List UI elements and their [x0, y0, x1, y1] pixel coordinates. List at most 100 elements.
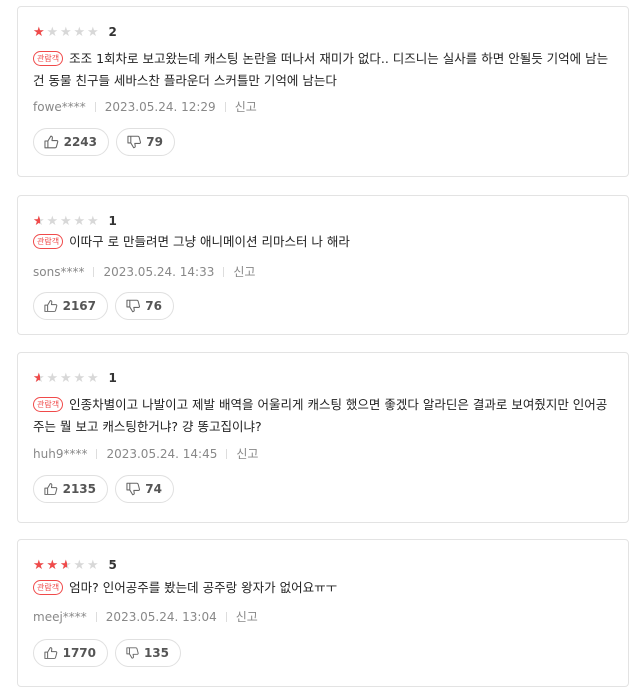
star-icon: ★ [73, 557, 86, 573]
review-card: ★ ★ ★ ★ ★ ★ 1 관람객 인종차별이고 나발이고 제발 배역을 어울리게 캐스팅 … [17, 352, 629, 523]
star-icon: ★ [46, 370, 59, 386]
review-text: 인종차별이고 나발이고 제발 배역을 어울리게 캐스팅 했으면 좋겠다 알라딘은… [33, 397, 608, 434]
star-icon: ★ [73, 24, 86, 40]
star-icon: ★ ★ [33, 213, 45, 229]
rating-score: 1 [108, 214, 117, 228]
vote-buttons: 1770 135 [33, 639, 188, 667]
vote-buttons: 2167 76 [33, 292, 181, 320]
author-id: fowe**** [33, 99, 86, 114]
review-meta: huh9**** 2023.05.24. 14:45 신고 [33, 445, 258, 462]
report-link[interactable]: 신고 [235, 98, 257, 115]
dislike-count: 74 [145, 482, 162, 496]
star-icon: ★ [73, 213, 86, 229]
review-meta: sons**** 2023.05.24. 14:33 신고 [33, 263, 255, 280]
rating-row: ★ ★ ★ ★ ★ ★ ★ ★ 5 [33, 557, 117, 573]
vote-buttons: 2135 74 [33, 475, 181, 503]
star-icon: ★ [87, 557, 99, 573]
author-id: meej**** [33, 609, 87, 624]
star-icon: ★ [60, 370, 72, 386]
dislike-button[interactable]: 135 [115, 639, 181, 667]
thumbs-down-icon [126, 647, 139, 659]
review-text-block: 관람객 조조 1회차로 보고왔는데 캐스팅 논란을 떠나서 재미가 없다.. 디즈… [33, 48, 618, 92]
divider [93, 266, 95, 277]
dislike-count: 79 [146, 135, 163, 149]
viewer-badge: 관람객 [33, 234, 64, 249]
like-button[interactable]: 2167 [33, 292, 108, 320]
thumbs-up-icon [44, 647, 58, 659]
star-icon: ★ [60, 213, 72, 229]
vote-buttons: 2243 79 [33, 128, 182, 156]
rating-score: 2 [108, 25, 117, 39]
author-id: sons**** [33, 264, 85, 279]
review-card: ★ ★ ★ ★ ★ ★ 2 관람객 조조 1회차로 보고왔는데 캐스팅 논란을 떠나서 재미… [17, 6, 629, 177]
thumbs-down-icon [126, 482, 141, 496]
rating-score: 1 [108, 371, 117, 385]
review-datetime: 2023.05.24. 14:33 [103, 264, 215, 279]
star-icon: ★ [46, 24, 59, 40]
divider [224, 101, 226, 112]
review-datetime: 2023.05.24. 13:04 [105, 609, 217, 624]
review-text-block: 관람객 엄마? 인어공주를 봤는데 공주랑 왕자가 없어요ㅠㅜ [33, 577, 618, 599]
author-id: huh9**** [33, 446, 88, 461]
like-count: 2135 [62, 482, 96, 496]
dislike-button[interactable]: 76 [115, 292, 174, 320]
rating-score: 5 [108, 558, 117, 572]
star-icon: ★ ★ [46, 557, 59, 573]
viewer-badge: 관람객 [33, 580, 64, 595]
divider [96, 448, 98, 459]
star-icon: ★ [46, 213, 59, 229]
star-rating: ★ ★ ★ ★ ★ ★ [33, 26, 101, 39]
divider [223, 266, 225, 277]
star-icon: ★ [60, 24, 72, 40]
star-rating: ★ ★ ★ ★ ★ ★ [33, 215, 101, 228]
star-rating: ★ ★ ★ ★ ★ ★ ★ ★ [33, 559, 101, 572]
like-count: 2167 [62, 299, 96, 313]
review-card: ★ ★ ★ ★ ★ ★ ★ ★ 5 관람객 엄마? 인어공주를 봤는데 공주랑 왕자가 없어요ㅠ… [17, 539, 629, 687]
thumbs-down-icon [127, 135, 142, 149]
thumbs-up-icon [44, 300, 58, 312]
rating-row: ★ ★ ★ ★ ★ ★ 1 [33, 370, 117, 386]
rating-row: ★ ★ ★ ★ ★ ★ 2 [33, 24, 117, 40]
star-icon: ★ [73, 370, 86, 386]
star-icon: ★ [87, 24, 99, 40]
review-text-block: 관람객 이따구 로 만들려면 그냥 애니메이션 리마스터 나 해라 [33, 231, 618, 253]
review-card: ★ ★ ★ ★ ★ ★ 1 관람객 이따구 로 만들려면 그냥 애니메이션 리마스터 나 해… [17, 195, 629, 335]
viewer-badge: 관람객 [33, 397, 64, 412]
dislike-count: 135 [143, 646, 169, 660]
dislike-count: 76 [145, 299, 162, 313]
like-button[interactable]: 1770 [33, 639, 108, 667]
thumbs-down-icon [126, 299, 141, 313]
rating-row: ★ ★ ★ ★ ★ ★ 1 [33, 213, 117, 229]
review-datetime: 2023.05.24. 14:45 [106, 446, 218, 461]
review-text: 이따구 로 만들려면 그냥 애니메이션 리마스터 나 해라 [69, 234, 350, 249]
divider [94, 101, 96, 112]
thumbs-up-icon [44, 483, 58, 495]
star-icon: ★ ★ [60, 557, 72, 573]
divider [226, 448, 228, 459]
divider [225, 611, 227, 622]
report-link[interactable]: 신고 [233, 263, 255, 280]
thumbs-up-icon [44, 135, 59, 149]
report-link[interactable]: 신고 [236, 445, 258, 462]
like-count: 2243 [63, 135, 97, 149]
review-text: 조조 1회차로 보고왔는데 캐스팅 논란을 떠나서 재미가 없다.. 디즈니는 … [33, 51, 609, 88]
viewer-badge: 관람객 [33, 51, 64, 66]
star-icon: ★ [87, 370, 99, 386]
review-meta: meej**** 2023.05.24. 13:04 신고 [33, 608, 258, 625]
like-count: 1770 [62, 646, 96, 660]
like-button[interactable]: 2243 [33, 128, 109, 156]
star-rating: ★ ★ ★ ★ ★ ★ [33, 372, 101, 385]
review-text: 엄마? 인어공주를 봤는데 공주랑 왕자가 없어요ㅠㅜ [69, 580, 338, 595]
divider [95, 611, 97, 622]
star-icon: ★ [87, 213, 99, 229]
report-link[interactable]: 신고 [236, 608, 258, 625]
dislike-button[interactable]: 79 [116, 128, 175, 156]
star-icon: ★ ★ [33, 557, 45, 573]
review-meta: fowe**** 2023.05.24. 12:29 신고 [33, 98, 257, 115]
review-text-block: 관람객 인종차별이고 나발이고 제발 배역을 어울리게 캐스팅 했으면 좋겠다 알… [33, 394, 618, 438]
like-button[interactable]: 2135 [33, 475, 108, 503]
review-datetime: 2023.05.24. 12:29 [104, 99, 216, 114]
star-icon: ★ ★ [33, 24, 45, 40]
star-icon: ★ ★ [33, 370, 45, 386]
dislike-button[interactable]: 74 [115, 475, 174, 503]
